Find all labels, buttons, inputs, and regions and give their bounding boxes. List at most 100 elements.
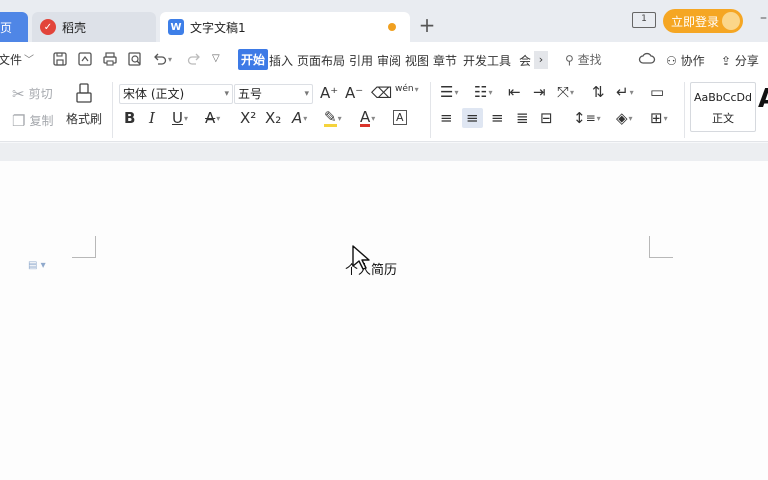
subscript-button[interactable]: X₂: [265, 110, 281, 126]
eraser-icon: ⌫: [371, 84, 393, 102]
align-left-button[interactable]: ≡: [440, 110, 453, 126]
style-normal[interactable]: AaBbCcDd 正文: [690, 82, 756, 132]
shading-button[interactable]: ◈ ▾: [616, 110, 633, 126]
menu-page-layout[interactable]: 页面布局: [297, 52, 345, 69]
paintbrush-icon: [74, 82, 94, 107]
redo-icon[interactable]: [186, 51, 202, 67]
font-name-select[interactable]: 宋体 (正文) ▾: [119, 84, 233, 104]
chevron-down-icon: ▾: [596, 113, 601, 123]
new-tab-button[interactable]: +: [416, 14, 438, 36]
unsaved-indicator: [388, 23, 396, 31]
margin-corner-top-left: [72, 236, 96, 258]
copy-button[interactable]: ❐ 复制: [12, 112, 53, 129]
customize-quick-access-icon[interactable]: ▽: [212, 53, 228, 69]
font-color-button[interactable]: A ▾: [360, 110, 375, 127]
phonetic-guide-button[interactable]: wén ▾: [395, 84, 419, 94]
menu-member[interactable]: 会: [519, 52, 531, 69]
tab-daoke[interactable]: ✓ 稻壳: [32, 12, 156, 42]
line-spacing-button[interactable]: ↕ ≡ ▾: [573, 110, 601, 126]
format-painter-button[interactable]: 格式刷: [66, 82, 102, 127]
bold-icon: B: [124, 109, 136, 127]
scissors-icon: ✂: [12, 84, 25, 103]
menu-file[interactable]: 文件: [0, 51, 22, 68]
text-effect-button[interactable]: A ▾: [292, 110, 307, 126]
tab-document[interactable]: W 文字文稿1: [160, 12, 410, 42]
clear-format-button[interactable]: ⌫: [371, 85, 392, 101]
minimize-button[interactable]: –: [760, 10, 767, 26]
bullet-list-button[interactable]: ☰ ▾: [440, 84, 458, 100]
cut-button[interactable]: ✂ 剪切: [12, 85, 53, 102]
tab-home[interactable]: 页: [0, 12, 28, 42]
search-label: 查找: [577, 53, 602, 67]
menu-more-button[interactable]: ›: [534, 51, 548, 69]
phonetic-guide-icon: wén: [395, 84, 414, 94]
show-marks-button[interactable]: ↵ ▾: [616, 84, 634, 100]
collaborate-label: 协作: [680, 54, 705, 68]
text-effect-icon: A: [292, 109, 303, 127]
menu-developer[interactable]: 开发工具: [463, 52, 511, 69]
increase-indent-button[interactable]: ⇥: [533, 84, 546, 100]
char-border-button[interactable]: A: [393, 110, 407, 125]
menu-view[interactable]: 视图: [405, 52, 429, 69]
distributed-align-button[interactable]: ⊟: [540, 110, 553, 126]
menu-references[interactable]: 引用: [349, 52, 373, 69]
mouse-cursor-icon: [351, 244, 373, 273]
justify-icon: ≣: [516, 109, 529, 127]
align-right-button[interactable]: ≡: [491, 110, 504, 126]
strikethrough-button[interactable]: A ▾: [205, 110, 220, 126]
share-label: 分享: [734, 54, 759, 68]
chinese-layout-button[interactable]: ⤧ ▾: [557, 84, 574, 100]
menu-review[interactable]: 审阅: [377, 52, 401, 69]
underline-button[interactable]: U ▾: [172, 110, 188, 126]
align-center-button[interactable]: ≡: [462, 108, 483, 128]
share-button[interactable]: ⇪ 分享: [721, 52, 759, 69]
line-spacing-icon: ↕: [573, 109, 586, 127]
font-size-select[interactable]: 五号 ▾: [234, 84, 313, 104]
char-border-icon: A: [393, 110, 407, 125]
ruler-icon: ▭: [650, 83, 665, 101]
chevron-down-icon[interactable]: ﹀: [24, 51, 34, 66]
shrink-font-button[interactable]: A⁻: [345, 85, 363, 101]
ruler-button[interactable]: ▭: [650, 84, 664, 100]
grow-font-button[interactable]: A⁺: [320, 85, 338, 101]
undo-dropdown-icon[interactable]: ▾: [168, 55, 184, 71]
decrease-indent-icon: ⇤: [508, 83, 521, 101]
paragraph-handle-icon[interactable]: ▤ ▾: [28, 260, 46, 271]
login-button[interactable]: 立即登录: [663, 9, 743, 33]
highlighter-icon: ✎: [324, 108, 337, 127]
cloud-sync-icon[interactable]: [638, 51, 656, 70]
bold-button[interactable]: B: [124, 110, 135, 126]
numbered-list-button[interactable]: ☷ ▾: [474, 84, 492, 100]
style-heading-preview[interactable]: A: [758, 84, 768, 114]
borders-button[interactable]: ⊞ ▾: [650, 110, 668, 126]
window-layout-icon[interactable]: 1: [632, 12, 656, 28]
italic-button[interactable]: I: [149, 110, 155, 126]
tab-bar: 页 ✓ 稻壳 W 文字文稿1 + 1 立即登录 –: [0, 0, 768, 42]
justify-button[interactable]: ≣: [516, 110, 529, 126]
collaborate-button[interactable]: ⚇ 协作: [666, 52, 705, 69]
export-pdf-icon[interactable]: [77, 51, 93, 67]
print-icon[interactable]: [102, 51, 118, 67]
chevron-down-icon: ▾: [304, 89, 309, 99]
superscript-button[interactable]: X²: [240, 110, 256, 126]
chevron-down-icon: ▾: [303, 113, 308, 123]
menu-section[interactable]: 章节: [433, 52, 457, 69]
undo-icon[interactable]: [152, 51, 168, 67]
chevron-down-icon: ▾: [663, 113, 668, 123]
sort-button[interactable]: ⇅: [592, 84, 605, 100]
print-preview-icon[interactable]: [127, 51, 143, 67]
highlight-button[interactable]: ✎ ▾: [324, 110, 342, 127]
save-icon[interactable]: [52, 51, 68, 67]
document-page[interactable]: [0, 161, 768, 480]
copy-icon: ❐: [12, 111, 26, 130]
menu-start[interactable]: 开始: [238, 49, 269, 70]
search-button[interactable]: ⚲ 查找: [565, 51, 602, 68]
font-size-value: 五号: [238, 87, 263, 101]
format-painter-label: 格式刷: [66, 112, 103, 126]
style-sample-text: AaBbCcDd: [694, 91, 752, 104]
subscript-icon: X₂: [265, 109, 282, 127]
decrease-indent-button[interactable]: ⇤: [508, 84, 521, 100]
chevron-down-icon: ▾: [337, 114, 342, 123]
menu-insert[interactable]: 插入: [269, 52, 293, 69]
chevron-down-icon: ▾: [454, 87, 459, 97]
